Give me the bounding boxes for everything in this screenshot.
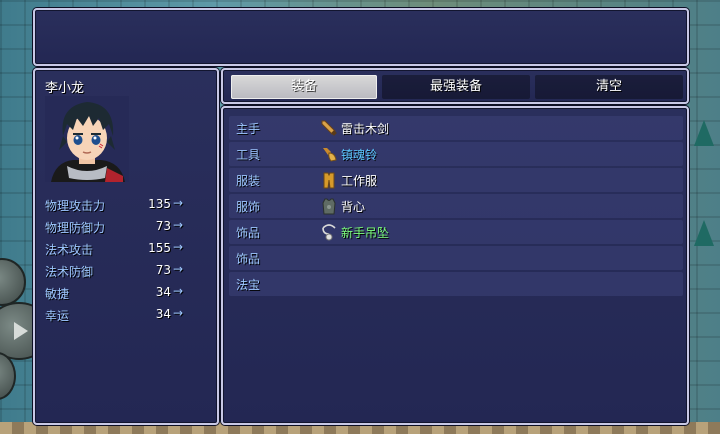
slot-name: 工具 [236,148,261,162]
equip-command[interactable]: 装备 [231,75,377,99]
slot-item: 背心 [341,200,366,214]
param-row: 法术攻击 155 → [45,238,213,260]
equip-slot-window: 主手 雷击木剑 工具 镇魂铃 服装 工作服 服饰 背心 饰品 新手吊坠 饰品 法… [221,106,689,425]
arrow-right-icon: → [172,240,183,254]
param-value: 135 [148,197,171,211]
optimize-command[interactable]: 最强装备 [382,75,530,99]
actor-name: 李小龙 [45,81,85,96]
arrow-right-icon: → [172,306,183,320]
slot-row[interactable]: 主手 雷击木剑 [229,116,683,140]
equip-command-label: 装备 [290,79,317,94]
slot-row[interactable]: 工具 镇魂铃 [229,142,683,166]
slot-row[interactable]: 饰品 新手吊坠 [229,220,683,244]
param-name: 物理防御力 [45,221,106,235]
slot-name: 饰品 [236,226,261,240]
param-name: 敏捷 [45,287,70,301]
param-list: 物理攻击力 135 → 物理防御力 73 → 法术攻击 155 → 法术防御 7… [45,194,213,326]
slot-name: 法宝 [236,278,261,292]
param-row: 幸运 34 → [45,304,213,326]
status-window: 李小龙 物理攻击力 135 → 物理防御力 73 → 法术攻击 155 → 法术… [33,68,219,425]
arrow-right-icon: → [172,218,183,232]
param-value: 73 [155,263,171,277]
param-row: 物理防御力 73 → [45,216,213,238]
slot-item: 工作服 [341,174,378,188]
slot-row[interactable]: 法宝 [229,272,683,296]
param-row: 物理攻击力 135 → [45,194,213,216]
slot-name: 主手 [236,122,261,136]
slot-item: 镇魂铃 [341,148,378,162]
param-value: 34 [155,307,171,321]
tree-icon [694,120,714,146]
help-window [33,8,689,66]
slot-item: 雷击木剑 [341,122,390,136]
arrow-right-icon: → [172,196,183,210]
param-name: 法术攻击 [45,243,94,257]
actor-face [45,96,129,182]
param-value: 155 [148,241,171,255]
param-name: 幸运 [45,309,70,323]
param-row: 敏捷 34 → [45,282,213,304]
clothes-icon [323,172,335,189]
param-name: 法术防御 [45,265,94,279]
slot-name: 服饰 [236,200,261,214]
bell-icon [323,148,337,162]
arrow-right-icon: → [172,284,183,298]
slot-row[interactable]: 饰品 [229,246,683,270]
slot-row[interactable]: 服装 工作服 [229,168,683,192]
pendant-icon [322,224,336,241]
sword-icon [321,120,337,136]
param-row: 法术防御 73 → [45,260,213,282]
clear-command-label: 清空 [595,79,622,94]
equip-command-window: 装备 最强装备 清空 [221,68,689,104]
arrow-right-icon: → [172,262,183,276]
tree-icon [694,220,714,246]
slot-item: 新手吊坠 [341,226,390,240]
slot-row[interactable]: 服饰 背心 [229,194,683,218]
slot-name: 服装 [236,174,261,188]
slot-name: 饰品 [236,252,261,266]
param-value: 34 [155,285,171,299]
clear-command[interactable]: 清空 [535,75,683,99]
optimize-command-label: 最强装备 [429,79,482,94]
vest-icon [322,198,336,215]
param-name: 物理攻击力 [45,199,106,213]
param-value: 73 [155,219,171,233]
